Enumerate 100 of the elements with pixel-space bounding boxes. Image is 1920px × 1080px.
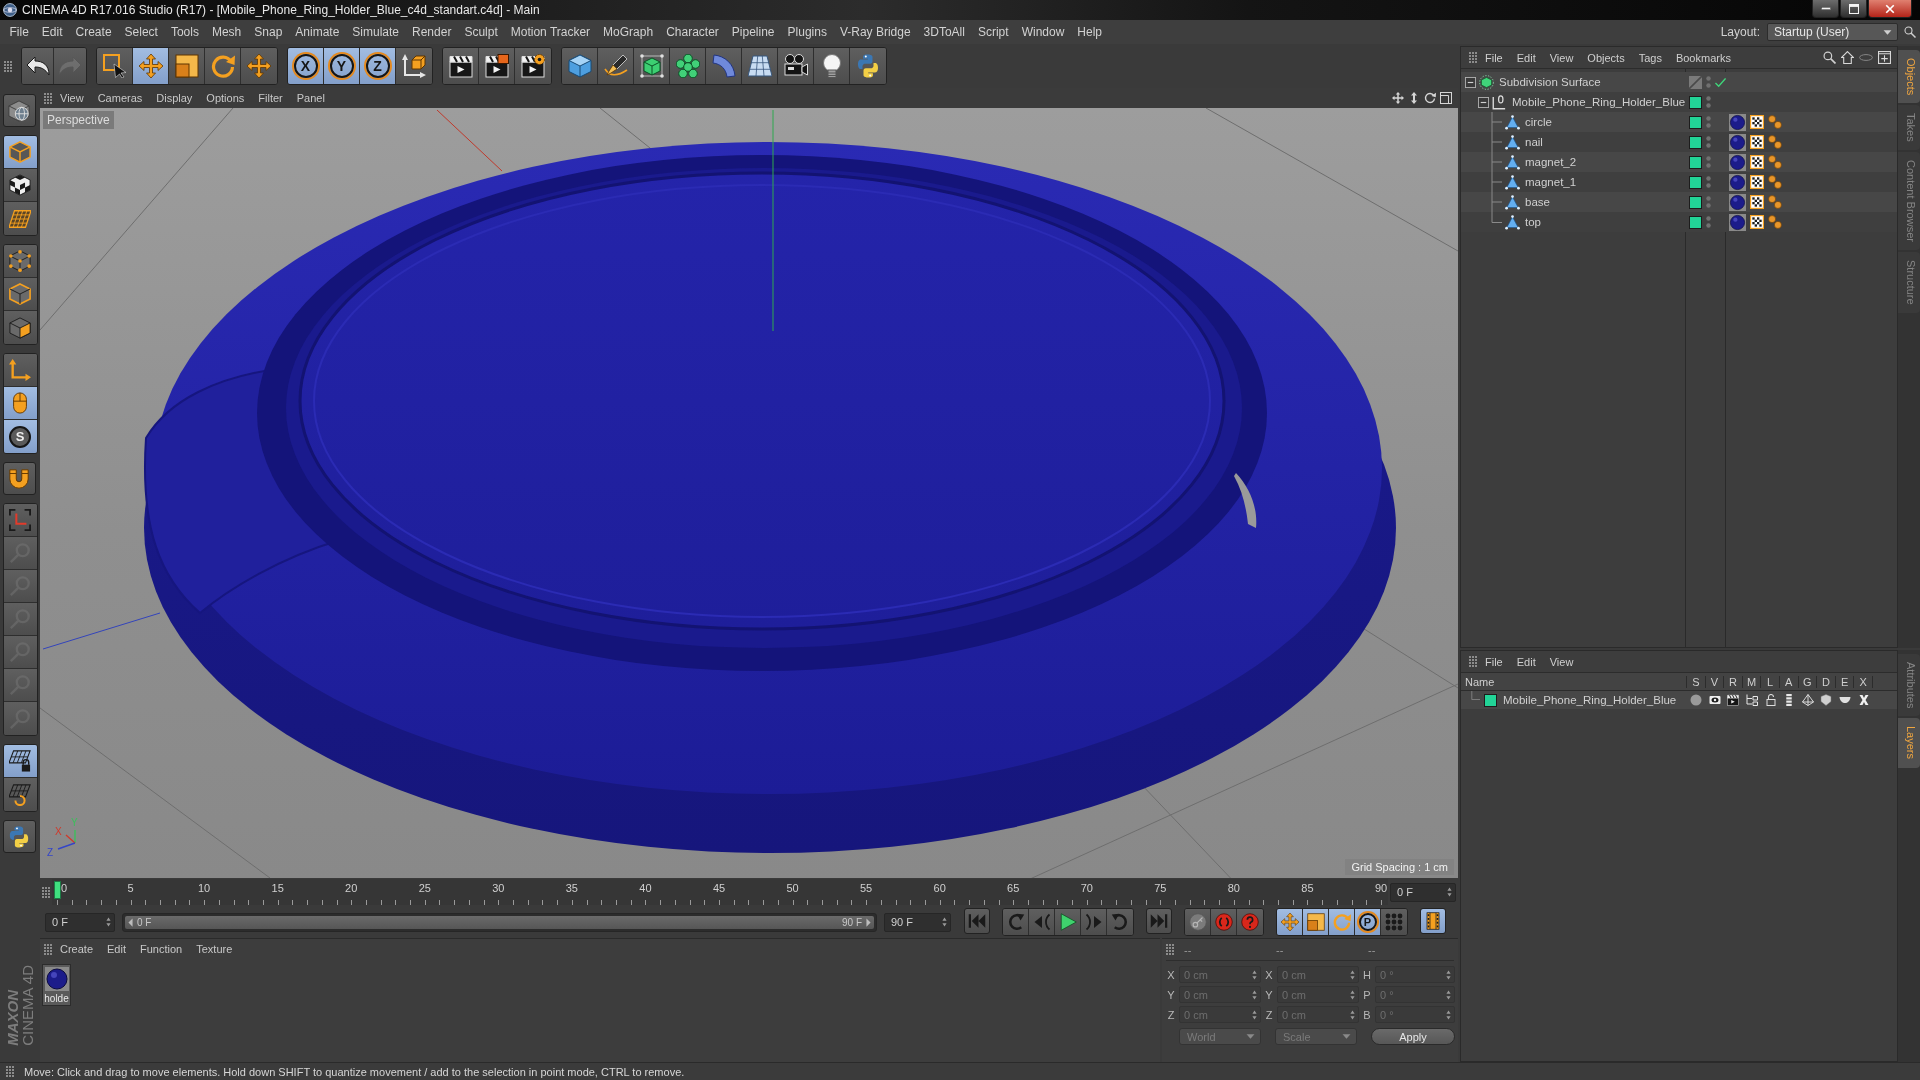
axis-toggle-button[interactable]: Z (360, 48, 396, 84)
maximize-button[interactable] (1840, 0, 1867, 18)
object-row[interactable]: circle (1461, 112, 1897, 132)
coordinate-system-button[interactable] (396, 48, 432, 84)
column-header[interactable]: V (1705, 675, 1725, 688)
menu-item[interactable]: Tags (1632, 51, 1668, 64)
shield-icon[interactable] (1820, 694, 1833, 706)
color-swatch-icon[interactable] (1689, 195, 1702, 209)
stacked-dots-icon[interactable] (1706, 76, 1711, 88)
checker-icon[interactable] (1750, 195, 1764, 209)
ellipse-icon[interactable] (1859, 54, 1873, 61)
frame-field[interactable]: 0 F (45, 912, 115, 932)
stacked-dots-icon[interactable] (1706, 116, 1711, 128)
dot-icon[interactable] (1690, 694, 1703, 706)
up-down-arrow-icon[interactable] (1408, 92, 1420, 104)
autokey-button[interactable] (1185, 909, 1211, 935)
pen-button[interactable] (598, 48, 634, 84)
menu-item[interactable]: Mesh (205, 25, 248, 39)
menu-item[interactable]: File (1479, 655, 1509, 668)
menu-item[interactable]: Bookmarks (1669, 51, 1737, 64)
column-header[interactable]: M (1742, 675, 1762, 688)
sphere-icon[interactable] (1729, 173, 1746, 191)
last-tool-button[interactable] (241, 48, 277, 84)
render-picture-button[interactable] (479, 48, 515, 84)
go-end-button[interactable] (1146, 908, 1172, 934)
menu-item[interactable]: Display (150, 92, 199, 104)
playhead[interactable] (53, 881, 61, 899)
home-icon[interactable] (1841, 51, 1854, 64)
menu-item[interactable]: Simulate (345, 25, 406, 39)
key-rotate-button[interactable] (1329, 909, 1355, 935)
render-view-button[interactable] (443, 48, 479, 84)
frame-field[interactable]: 0 F (1390, 882, 1456, 902)
menu-item[interactable]: Panel (290, 92, 331, 104)
axis-brackets-button[interactable] (3, 504, 37, 537)
menu-item[interactable]: View (54, 92, 90, 104)
menu-item[interactable]: Edit (101, 943, 132, 955)
script-button[interactable] (850, 48, 886, 84)
checker-icon[interactable] (1750, 155, 1764, 169)
help-button[interactable] (1237, 909, 1263, 935)
checker-icon[interactable] (1750, 115, 1764, 129)
script-button[interactable] (2, 820, 36, 853)
maximize-icon[interactable] (1440, 92, 1452, 104)
menu-item[interactable]: MoGraph (596, 25, 660, 39)
move-button[interactable] (133, 48, 169, 84)
sphere-icon[interactable] (1729, 133, 1746, 151)
render-settings-button[interactable] (515, 48, 551, 84)
eye-icon[interactable] (1708, 694, 1721, 706)
workplane-align-button[interactable] (3, 778, 37, 811)
object-row[interactable]: magnet_2 (1461, 152, 1897, 172)
menu-item[interactable]: V-Ray Bridge (833, 25, 918, 39)
menu-item[interactable]: Script (971, 25, 1016, 39)
menu-item[interactable]: Snap (247, 25, 289, 39)
dots-pair-icon[interactable] (1768, 135, 1782, 149)
make-editable-button[interactable] (2, 94, 36, 127)
timeline-button[interactable] (1420, 908, 1446, 934)
grip-icon[interactable] (44, 943, 52, 955)
color-swatch-icon[interactable] (1689, 135, 1702, 149)
stacked-dots-icon[interactable] (1706, 136, 1711, 148)
checkmark-icon[interactable] (1715, 76, 1726, 88)
menu-item[interactable]: Edit (1510, 655, 1542, 668)
column-header[interactable]: D (1817, 675, 1836, 688)
menu-item[interactable]: Filter (252, 92, 289, 104)
close-button[interactable] (1868, 0, 1912, 18)
pyramid-icon[interactable] (1801, 694, 1814, 706)
sphere-icon[interactable] (1729, 213, 1746, 231)
plus-box-icon[interactable] (1878, 51, 1891, 64)
apply-button[interactable]: Apply (1371, 1028, 1455, 1045)
dots-pair-icon[interactable] (1768, 115, 1782, 129)
menu-item[interactable]: Texture (190, 943, 239, 955)
sphere-icon[interactable] (1729, 193, 1746, 211)
clapperboard-icon[interactable] (1727, 694, 1740, 706)
menu-item[interactable]: File (3, 25, 36, 39)
grip-icon[interactable] (6, 1066, 14, 1077)
grip-icon[interactable] (44, 92, 52, 104)
menu-item[interactable]: Edit (1510, 51, 1542, 64)
grip-icon[interactable] (1469, 52, 1477, 63)
menu-item[interactable]: Create (54, 943, 100, 955)
collapse-icon[interactable] (1465, 76, 1476, 88)
edges-button[interactable] (3, 278, 37, 311)
rotate-icon[interactable] (1424, 92, 1436, 104)
hierarchy-icon[interactable] (1746, 694, 1759, 706)
camera-button[interactable] (778, 48, 814, 84)
search-icon[interactable] (1904, 26, 1916, 38)
object-row[interactable]: Subdivision Surface (1461, 72, 1897, 92)
snap-button[interactable]: S (3, 420, 37, 453)
key-points-button[interactable] (1381, 909, 1407, 935)
bowl-icon[interactable] (1839, 694, 1852, 706)
menu-item[interactable]: View (1543, 655, 1580, 668)
checker-icon[interactable] (1750, 135, 1764, 149)
go-start-button[interactable] (964, 908, 990, 934)
checker-icon[interactable] (1750, 175, 1764, 189)
menu-item[interactable]: Pipeline (725, 25, 782, 39)
x-shape-icon[interactable] (1857, 694, 1870, 706)
menu-item[interactable]: Animate (288, 25, 346, 39)
stacked-dots-icon[interactable] (1706, 196, 1711, 208)
cloner-button[interactable] (670, 48, 706, 84)
menu-item[interactable]: Select (118, 25, 165, 39)
object-row[interactable]: base (1461, 192, 1897, 212)
undo-button[interactable] (22, 48, 54, 84)
rotate-button[interactable] (205, 48, 241, 84)
